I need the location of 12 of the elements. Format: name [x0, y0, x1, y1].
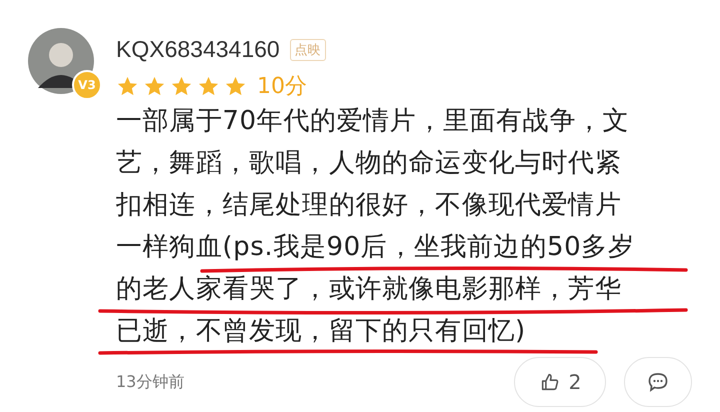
review-text: 一样狗血(ps.我是90后，坐我前边的50多岁 — [116, 231, 634, 263]
username: KQX683434160 — [116, 36, 280, 63]
level-badge: V3 — [72, 70, 102, 100]
review-text: 艺，舞蹈，歌唱，人物的命运变化与时代紧 — [116, 147, 622, 179]
review-text: 已逝，不曾发现，留下的只有回忆) — [116, 315, 526, 347]
review-text: 扣相连，结尾处理的很好，不像现代爱情片 — [116, 189, 622, 221]
screening-tag: 点映 — [290, 38, 326, 60]
review-text: 的老人家看哭了，或许就像电影那样，芳华 — [116, 273, 622, 305]
review-text: 一部属于70年代的爱情片，里面有战争，文 — [116, 105, 630, 137]
timestamp: 13分钟前 — [116, 372, 184, 392]
score: 10分 — [257, 73, 307, 101]
like-button[interactable]: 2 — [514, 357, 606, 407]
